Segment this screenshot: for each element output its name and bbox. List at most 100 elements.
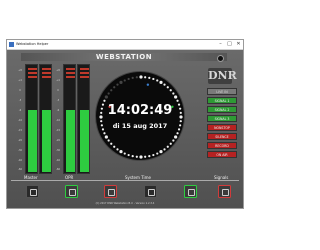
webstation-logo: WEBSTATION <box>95 53 153 61</box>
second-dot <box>176 132 179 135</box>
close-icon[interactable]: ✕ <box>234 40 243 49</box>
scale-tick: -20 <box>17 139 23 142</box>
second-dot <box>144 155 147 158</box>
scale-tick: -6 <box>18 109 22 112</box>
title-bar: Webstation Helper – □ ✕ <box>7 40 243 50</box>
scale-tick: -60 <box>55 168 61 171</box>
second-dot <box>127 77 130 81</box>
clock-marker <box>146 83 150 86</box>
master-right-meter <box>39 64 52 174</box>
second-dot <box>174 135 178 139</box>
second-dot <box>152 153 155 157</box>
scale-tick: -10 <box>17 119 23 122</box>
second-dot <box>169 142 172 145</box>
footer-text: (C) 2017 DNR Webstation B.V. - Version 1… <box>95 202 155 205</box>
second-dot <box>148 155 151 158</box>
scale-tick: -6 <box>56 109 60 112</box>
second-dot <box>113 145 116 148</box>
second-dot <box>103 132 106 135</box>
master-left-meter <box>25 64 38 174</box>
second-dot <box>144 76 147 79</box>
second-dot <box>119 80 123 84</box>
clock-date: di 15 aug 2017 <box>112 122 168 130</box>
second-dot <box>148 76 151 79</box>
opr-right-meter <box>77 64 90 174</box>
control-buttons <box>7 185 243 199</box>
signal-indicator[interactable]: RECORD <box>207 142 237 149</box>
second-dot <box>169 89 172 92</box>
meter-scale-left: +8 +4 0 -3 -6 -10 -15 -20 -30 -40 -60 <box>15 64 25 174</box>
vu-meters: +8 +4 0 -3 -6 -10 -15 -20 -30 -40 -60 +8… <box>15 64 90 174</box>
maximize-icon[interactable]: □ <box>225 40 234 49</box>
scale-tick: -10 <box>55 119 61 122</box>
webstation-panel: WEBSTATION +8 +4 0 -3 -6 -10 -15 -20 -30… <box>7 50 243 208</box>
second-dot <box>131 155 134 158</box>
opr-left-meter <box>63 64 76 174</box>
second-dot <box>131 76 134 79</box>
app-icon <box>9 42 14 47</box>
second-dot <box>172 139 175 142</box>
scale-tick: -60 <box>17 168 23 171</box>
scale-tick: +4 <box>18 79 22 82</box>
signal-indicator[interactable]: SIGNAL 1 <box>207 97 237 104</box>
app-window: Webstation Helper – □ ✕ WEBSTATION +8 +4… <box>6 39 244 209</box>
second-dot <box>107 92 110 95</box>
second-dot <box>156 79 159 82</box>
second-dot <box>174 95 178 99</box>
second-dot <box>116 83 119 86</box>
signal-indicator[interactable]: SIGNAL 3 <box>207 115 237 122</box>
signal-indicator[interactable]: SILENCE <box>207 133 237 140</box>
second-dot <box>139 75 143 79</box>
second-dot <box>166 145 169 148</box>
second-dot <box>163 148 166 151</box>
second-dot <box>159 80 163 84</box>
scale-tick: -15 <box>17 129 23 132</box>
second-dot <box>104 95 108 99</box>
scale-tick: -40 <box>17 159 23 162</box>
scale-tick: 0 <box>19 89 21 92</box>
scale-tick: +8 <box>18 69 22 72</box>
signal-indicator[interactable]: NONSTOP <box>207 124 237 131</box>
control-button[interactable] <box>184 185 197 198</box>
control-button[interactable] <box>218 185 231 198</box>
scale-tick: +8 <box>56 69 60 72</box>
scale-tick: -3 <box>18 99 22 102</box>
signal-indicator[interactable]: SIGNAL 2 <box>207 106 237 113</box>
system-clock: 14:02:49 di 15 aug 2017 <box>95 71 185 161</box>
second-dot <box>104 135 108 139</box>
scale-tick: -30 <box>17 149 23 152</box>
scale-tick: -30 <box>55 149 61 152</box>
clock-time: 14:02:49 <box>107 103 173 118</box>
scale-tick: -40 <box>55 159 61 162</box>
control-button[interactable] <box>26 185 39 198</box>
second-dot <box>156 152 159 155</box>
second-dot <box>166 86 169 89</box>
minimize-icon[interactable]: – <box>216 40 225 49</box>
second-dot <box>116 148 119 151</box>
second-dot <box>176 99 179 102</box>
signal-indicator[interactable]: LIVE IN <box>207 88 237 95</box>
logo-knob-icon <box>217 54 224 62</box>
meter-scale-middle: +8 +4 0 -3 -6 -10 -15 -20 -30 -40 -60 <box>53 64 63 174</box>
second-dot <box>119 150 123 154</box>
control-button[interactable] <box>144 185 157 198</box>
scale-tick: -15 <box>55 129 61 132</box>
logo-bar: WEBSTATION <box>21 53 227 62</box>
second-dot <box>139 155 143 159</box>
second-dot <box>107 139 110 142</box>
window-title: Webstation Helper <box>16 42 49 46</box>
control-button[interactable] <box>65 185 78 198</box>
second-dot <box>135 76 138 79</box>
second-dot <box>110 89 113 92</box>
signal-indicator[interactable]: ON AIR <box>207 151 237 158</box>
second-dot <box>172 92 175 95</box>
control-button[interactable] <box>104 185 117 198</box>
second-dot <box>163 83 166 86</box>
second-dot <box>152 77 155 81</box>
scale-tick: +4 <box>56 79 60 82</box>
scale-tick: -3 <box>56 99 60 102</box>
second-dot <box>159 150 163 154</box>
second-dot <box>113 86 116 89</box>
scale-tick: 0 <box>57 89 59 92</box>
divider <box>11 180 239 181</box>
